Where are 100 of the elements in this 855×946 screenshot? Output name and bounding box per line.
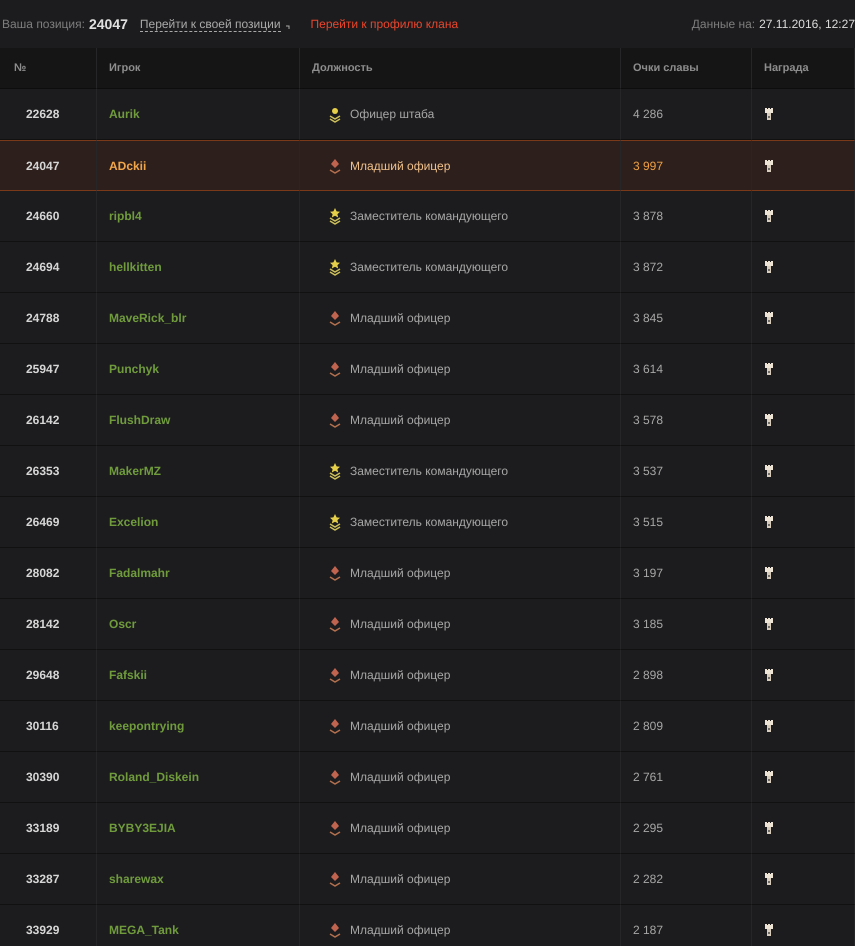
rank-number: 30390 — [26, 770, 60, 784]
glory-points: 4 286 — [633, 107, 664, 121]
role-text: Младший офицер — [350, 821, 450, 835]
role-text: Младший офицер — [350, 872, 450, 886]
position-label: Ваша позиция: — [2, 17, 85, 31]
glory-points: 3 997 — [633, 158, 664, 172]
rank-insignia-icon — [328, 156, 342, 174]
rank-number: 24047 — [26, 158, 60, 172]
rank-insignia-icon — [328, 615, 342, 633]
player-name[interactable]: Punchyk — [109, 362, 160, 376]
column-header: Игрок — [97, 48, 300, 89]
medal-icon — [764, 107, 774, 121]
rank-number: 26353 — [26, 464, 60, 478]
glory-points: 3 845 — [633, 311, 664, 325]
rank-insignia-icon — [328, 411, 342, 429]
medal-icon — [764, 668, 774, 682]
rank-number: 28142 — [26, 617, 60, 631]
rank-number: 26142 — [26, 413, 60, 427]
position-value: 24047 — [88, 16, 128, 32]
role-text: Младший офицер — [350, 362, 450, 376]
medal-icon — [764, 260, 774, 274]
rank-number: 24660 — [26, 209, 60, 223]
medal-icon — [764, 923, 774, 937]
medal-icon — [764, 770, 774, 784]
player-name[interactable]: keepontrying — [109, 719, 184, 733]
rank-insignia-icon — [328, 921, 342, 939]
rank-number: 29648 — [26, 668, 60, 682]
player-name[interactable]: FlushDraw — [109, 413, 170, 427]
rank-number: 33929 — [26, 923, 60, 937]
rank-number: 25947 — [26, 362, 60, 376]
column-header: Должность — [300, 48, 621, 89]
role-text: Заместитель командующего — [350, 260, 508, 274]
glory-points: 3 872 — [633, 260, 664, 274]
glory-points: 3 614 — [633, 362, 664, 376]
player-name[interactable]: Aurik — [109, 107, 140, 121]
rank-number: 22628 — [26, 107, 60, 121]
column-header: № — [0, 48, 97, 89]
medal-icon — [764, 617, 774, 631]
medal-icon — [764, 719, 774, 733]
rank-insignia-icon — [328, 513, 342, 531]
column-header: Очки славы — [621, 48, 752, 89]
role-text: Младший офицер — [350, 311, 450, 325]
date-value: 27.11.2016, 12:27 — [759, 17, 855, 31]
player-name[interactable]: Fadalmahr — [109, 566, 170, 580]
player-name[interactable]: ADckii — [109, 158, 146, 172]
role-text: Младший офицер — [350, 770, 450, 784]
go-to-position-link[interactable]: Перейти к своей позиции — [140, 16, 281, 32]
rank-insignia-icon — [328, 309, 342, 327]
glory-points: 2 295 — [633, 821, 664, 835]
glory-points: 3 878 — [633, 209, 664, 223]
rank-insignia-icon — [328, 768, 342, 786]
rank-insignia-icon — [328, 207, 342, 225]
player-name[interactable]: MakerMZ — [109, 464, 162, 478]
medal-icon — [764, 158, 774, 172]
medal-icon — [764, 872, 774, 886]
player-name[interactable]: MEGA_Tank — [109, 923, 179, 937]
rank-number: 24694 — [26, 260, 60, 274]
rank-insignia-icon — [328, 258, 342, 276]
rank-number: 33189 — [26, 821, 60, 835]
rank-number: 33287 — [26, 872, 60, 886]
glory-points: 2 187 — [633, 923, 664, 937]
medal-icon — [764, 311, 774, 325]
role-text: Младший офицер — [350, 923, 450, 937]
rank-insignia-icon — [328, 819, 342, 837]
player-name[interactable]: MaveRick_blr — [109, 311, 186, 325]
rank-number: 28082 — [26, 566, 60, 580]
glory-points: 2 809 — [633, 719, 664, 733]
player-name[interactable]: BYBY3EJIA — [109, 821, 176, 835]
role-text: Заместитель командующего — [350, 464, 508, 478]
role-text: Заместитель командующего — [350, 515, 508, 529]
clan-profile-link[interactable]: Перейти к профилю клана — [310, 17, 458, 31]
player-name[interactable]: Fafskii — [109, 668, 148, 682]
player-name[interactable]: Excelion — [109, 515, 158, 529]
rank-insignia-icon — [328, 666, 342, 684]
glory-points: 2 282 — [633, 872, 664, 886]
rank-number: 26469 — [26, 515, 60, 529]
glory-points: 3 537 — [633, 464, 664, 478]
player-name[interactable]: sharewax — [109, 872, 164, 886]
glory-points: 2 761 — [633, 770, 664, 784]
player-name[interactable]: hellkitten — [109, 260, 162, 274]
role-text: Младший офицер — [350, 668, 450, 682]
medal-icon — [764, 566, 774, 580]
rank-number: 24788 — [26, 311, 60, 325]
role-text: Заместитель командующего — [350, 209, 508, 223]
medal-icon — [764, 413, 774, 427]
glory-points: 2 898 — [633, 668, 664, 682]
player-name[interactable]: ripbl4 — [109, 209, 142, 223]
medal-icon — [764, 515, 774, 529]
player-name[interactable]: Roland_Diskein — [109, 770, 200, 784]
player-name[interactable]: Oscr — [109, 617, 136, 631]
rank-insignia-icon — [328, 360, 342, 378]
glory-points: 3 185 — [633, 617, 664, 631]
rank-number: 30116 — [26, 719, 59, 733]
rank-insignia-icon — [328, 462, 342, 480]
role-text: Младший офицер — [350, 566, 450, 580]
rank-insignia-icon — [328, 105, 342, 123]
medal-icon — [764, 362, 774, 376]
role-text: Офицер штаба — [350, 107, 434, 121]
rank-insignia-icon — [328, 564, 342, 582]
medal-icon — [764, 821, 774, 835]
